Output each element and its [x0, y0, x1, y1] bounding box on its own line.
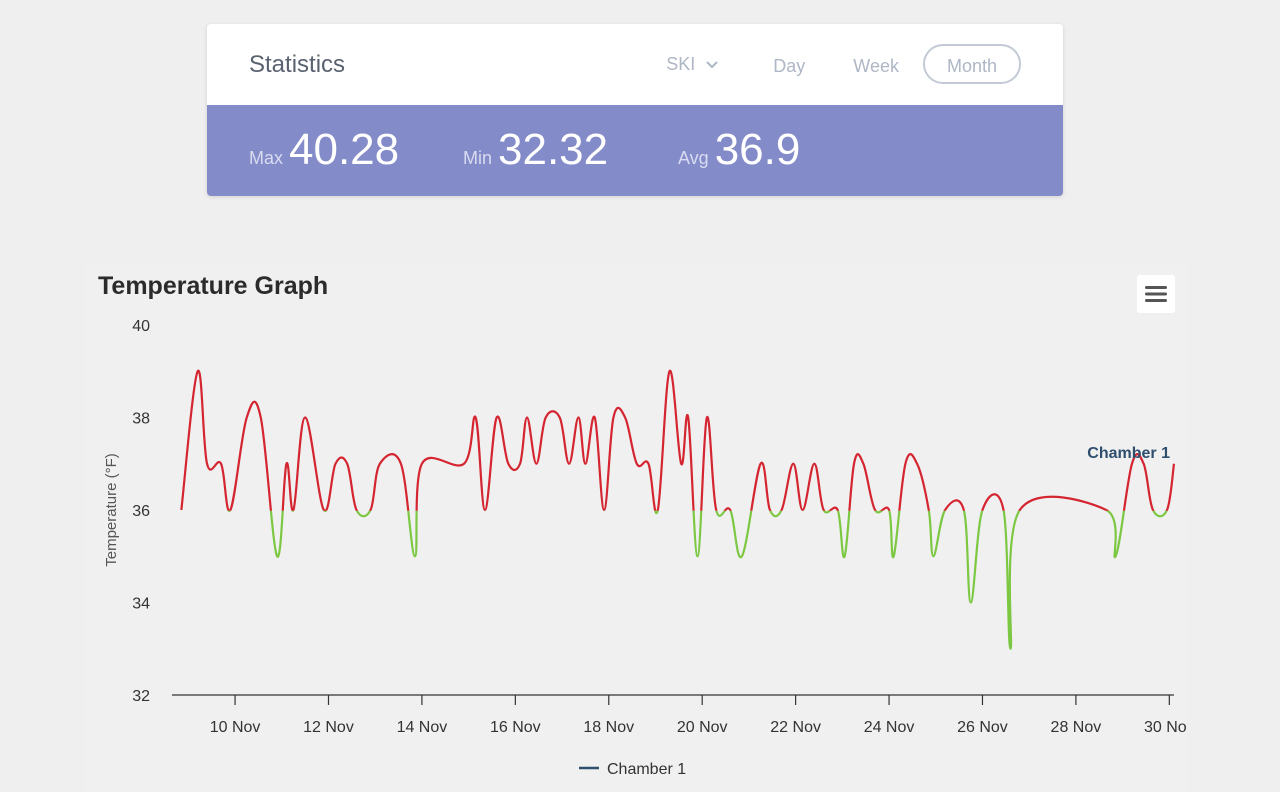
chevron-down-icon [706, 61, 718, 69]
stat-min-label: Min [463, 148, 493, 168]
chart-title: Temperature Graph [98, 272, 329, 300]
statistics-controls: SKI Day Week Month [666, 42, 1021, 86]
x-tick-label: 10 Nov [210, 719, 261, 736]
statistics-title: Statistics [249, 51, 346, 78]
statistics-values: Max 40.28 Min 32.32 Avg 36.9 [207, 105, 1063, 196]
stat-max: Max 40.28 [249, 125, 399, 175]
x-tick-label: 16 Nov [490, 719, 541, 736]
x-tick-label: 22 Nov [770, 719, 821, 736]
statistics-header: Statistics SKI Day Week Month [207, 24, 1063, 105]
temperature-chart: 10 Nov 12 Nov 14 Nov 16 Nov 18 Nov 20 Nov 22 N… [103, 318, 1186, 778]
x-tick-label: 26 Nov [957, 719, 1008, 736]
temperature-chart-panel: 10 Nov 12 Nov 14 Nov 16 Nov 18 Nov 20 Nov 22 N… [86, 262, 1186, 792]
stat-max-value: 40.28 [289, 125, 400, 174]
legend-label: Chamber 1 [607, 761, 686, 778]
hamburger-menu-icon[interactable] [1137, 275, 1175, 313]
x-tick-label: 28 Nov [1051, 719, 1102, 736]
series-line-below-threshold [227, 510, 1168, 650]
stat-min-value: 32.32 [498, 125, 609, 174]
statistics-card: Statistics SKI Day Week Month Max 40.28 … [207, 24, 1063, 196]
stat-avg-label: Avg [678, 148, 709, 168]
stat-max-label: Max [249, 148, 284, 168]
x-tick-label: 24 Nov [864, 719, 915, 736]
x-tick-label: 30 Nov [1144, 719, 1186, 736]
x-tick-label: 14 Nov [397, 719, 448, 736]
period-month-button[interactable]: Month [922, 44, 1021, 84]
period-day-button[interactable]: Day [749, 44, 829, 84]
stat-avg-value: 36.9 [714, 125, 801, 174]
y-axis-title: Temperature (°F) [103, 453, 120, 567]
series-end-label: Chamber 1 [1087, 445, 1170, 462]
y-tick-label: 40 [132, 318, 150, 335]
unit-select-value: SKI [666, 53, 696, 74]
stat-min: Min 32.32 [463, 125, 608, 175]
y-tick-label: 32 [132, 688, 150, 705]
y-tick-label: 34 [132, 596, 150, 613]
x-tick-label: 18 Nov [583, 719, 634, 736]
period-week-button[interactable]: Week [829, 44, 923, 84]
unit-select[interactable]: SKI [666, 54, 719, 75]
x-tick-label: 12 Nov [303, 719, 354, 736]
stat-avg: Avg 36.9 [678, 125, 800, 175]
x-tick-label: 20 Nov [677, 719, 728, 736]
series-line-above-threshold [180, 370, 1176, 511]
y-tick-label: 38 [132, 411, 150, 428]
menu-lines [1145, 286, 1167, 302]
y-tick-label: 36 [132, 503, 150, 520]
